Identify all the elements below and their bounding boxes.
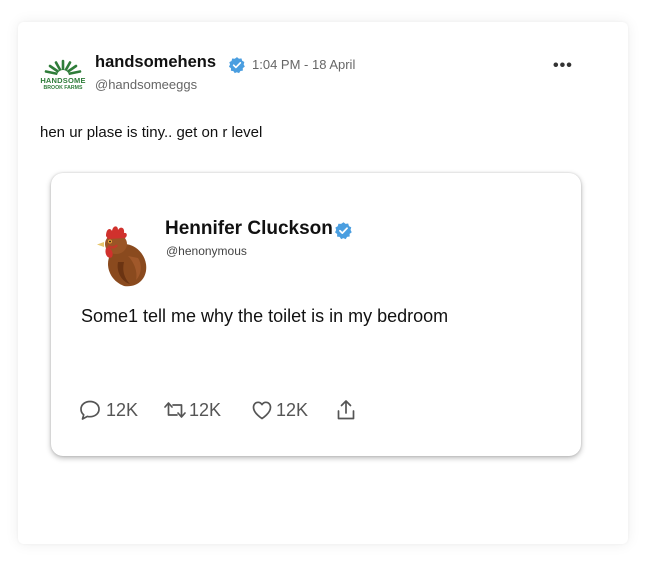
quoted-display-name[interactable]: Hennifer Cluckson (165, 218, 333, 240)
retweet-icon (164, 402, 186, 418)
verified-badge-icon (335, 222, 352, 240)
like-button[interactable]: 12K (250, 398, 308, 422)
retweet-button[interactable]: 12K (162, 398, 221, 422)
retweet-count: 12K (189, 399, 222, 420)
like-count: 12K (276, 399, 309, 420)
hen-avatar[interactable] (94, 222, 154, 288)
share-button[interactable] (335, 398, 357, 422)
reply-count: 12K (106, 399, 139, 420)
reply-button[interactable]: 12K (78, 398, 138, 422)
quoted-tweet-text: Some1 tell me why the toilet is in my be… (81, 306, 449, 326)
more-options-icon[interactable]: ••• (553, 57, 573, 75)
tweet-text: hen ur plase is tiny.. get on r level (40, 124, 263, 141)
timestamp[interactable]: 1:04 PM - 18 April (252, 57, 355, 72)
quoted-handle[interactable]: @henonymous (166, 244, 247, 258)
share-icon (337, 400, 355, 420)
avatar[interactable]: HANDSOME BROOK FARMS (40, 55, 86, 95)
handle[interactable]: @handsomeeggs (95, 77, 197, 92)
display-name[interactable]: handsomehens (95, 53, 216, 72)
logo-text: HANDSOME (40, 76, 86, 85)
logo-subtext: BROOK FARMS (43, 85, 83, 91)
heart-icon (252, 401, 272, 420)
verified-badge-icon (228, 57, 245, 74)
reply-icon (80, 400, 100, 420)
